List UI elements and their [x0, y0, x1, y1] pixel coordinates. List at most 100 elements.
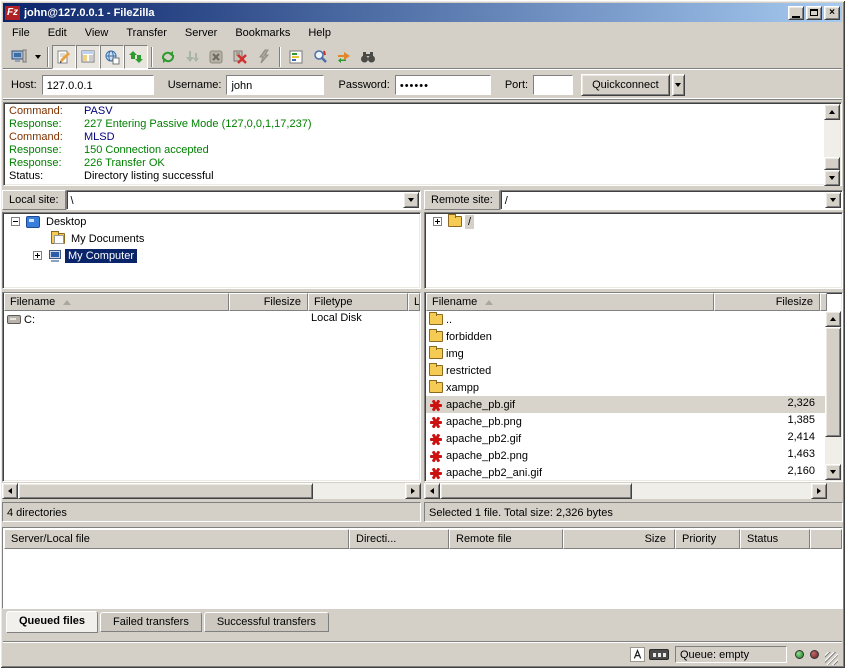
scroll-thumb[interactable]	[440, 483, 632, 499]
title-bar[interactable]: Fz john@127.0.0.1 - FileZilla ×	[3, 3, 842, 22]
transfer-type-badge-icon[interactable]	[649, 649, 669, 660]
queue-column-status[interactable]: Status	[740, 529, 810, 549]
scroll-up-button[interactable]	[824, 104, 840, 120]
menu-view[interactable]: View	[76, 24, 118, 42]
scroll-thumb[interactable]	[825, 327, 841, 437]
scroll-left-button[interactable]	[424, 483, 440, 499]
scroll-up-button[interactable]	[825, 311, 841, 327]
scroll-thumb[interactable]	[18, 483, 313, 499]
local-status-bar: 4 directories	[2, 502, 421, 522]
queue-column-priority[interactable]: Priority	[675, 529, 740, 549]
tree-item-my-documents[interactable]: My Documents	[3, 230, 420, 247]
tab-failed-transfers[interactable]: Failed transfers	[100, 612, 202, 632]
tree-item-my-computer[interactable]: My Computer	[3, 247, 420, 264]
port-input[interactable]	[534, 76, 572, 94]
toggle-message-log-button[interactable]	[52, 45, 76, 69]
reconnect-button[interactable]	[252, 45, 276, 69]
cancel-button[interactable]	[204, 45, 228, 69]
scroll-down-button[interactable]	[825, 464, 841, 480]
remote-site-dropdown[interactable]	[825, 192, 841, 208]
toggle-transfer-queue-button[interactable]	[124, 45, 148, 69]
directory-comparison-button[interactable]	[308, 45, 332, 69]
collapse-toggle[interactable]	[11, 217, 20, 226]
quickconnect-dropdown[interactable]	[672, 74, 685, 96]
local-site-dropdown[interactable]	[403, 192, 419, 208]
file-row[interactable]: apache_pb.png1,385	[426, 413, 827, 430]
file-row-c-drive[interactable]: C: Local Disk	[4, 311, 419, 328]
column-header-last-modified[interactable]: L	[408, 293, 420, 311]
queue-column-size[interactable]: Size	[563, 529, 675, 549]
folder-row[interactable]: forbidden	[426, 328, 827, 345]
file-row-selected[interactable]: apache_pb.gif2,326	[426, 396, 827, 413]
scroll-track[interactable]	[824, 120, 840, 157]
refresh-button[interactable]	[156, 45, 180, 69]
expand-toggle[interactable]	[433, 217, 442, 226]
expand-toggle[interactable]	[33, 251, 42, 260]
file-row[interactable]: apache_pb2.png1,463	[426, 447, 827, 464]
file-name: apache_pb2_ani.gif	[446, 467, 542, 479]
menu-transfer[interactable]: Transfer	[117, 24, 176, 42]
maximize-button[interactable]	[806, 6, 822, 20]
file-row[interactable]: apache_pb2.gif2,414	[426, 430, 827, 447]
scroll-thumb[interactable]	[824, 157, 840, 170]
host-input[interactable]	[43, 76, 153, 94]
site-manager-button[interactable]	[7, 45, 31, 69]
toggle-local-tree-button[interactable]	[76, 45, 100, 69]
queue-column-remote-file[interactable]: Remote file	[449, 529, 563, 549]
quickconnect-button[interactable]: Quickconnect	[581, 74, 670, 96]
queue-status-panel: Queue: empty	[675, 646, 787, 663]
local-hscrollbar[interactable]	[2, 483, 421, 499]
minimize-button[interactable]	[788, 6, 804, 20]
toggle-remote-tree-button[interactable]	[100, 45, 124, 69]
folder-icon	[429, 331, 443, 342]
site-manager-dropdown[interactable]	[31, 46, 44, 68]
column-header-filename[interactable]: Filename	[426, 293, 714, 311]
local-site-combo[interactable]: \	[66, 190, 421, 210]
chevron-down-icon	[408, 198, 414, 202]
menu-bookmarks[interactable]: Bookmarks	[226, 24, 299, 42]
folder-row[interactable]: xampp	[426, 379, 827, 396]
tab-successful-transfers[interactable]: Successful transfers	[204, 612, 329, 632]
folder-row[interactable]: restricted	[426, 362, 827, 379]
scroll-down-button[interactable]	[824, 170, 840, 186]
menu-server[interactable]: Server	[176, 24, 226, 42]
queue-column-direction[interactable]: Directi...	[349, 529, 449, 549]
menu-file[interactable]: File	[3, 24, 39, 42]
scroll-track[interactable]	[313, 483, 405, 499]
folder-row[interactable]: img	[426, 345, 827, 362]
chevron-down-icon	[35, 55, 41, 59]
resize-grip[interactable]	[825, 652, 838, 665]
scroll-right-button[interactable]	[405, 483, 421, 499]
close-button[interactable]: ×	[824, 6, 840, 20]
column-header-filesize[interactable]: Filesize	[229, 293, 308, 311]
remote-hscrollbar[interactable]	[424, 483, 827, 499]
column-header-filesize[interactable]: Filesize	[714, 293, 820, 311]
file-row[interactable]: apache_pb2_ani.gif2,160	[426, 464, 827, 480]
tree-item-root[interactable]: /	[425, 213, 842, 230]
menu-edit[interactable]: Edit	[39, 24, 76, 42]
username-input[interactable]	[227, 76, 323, 94]
column-header-filename[interactable]: Filename	[4, 293, 229, 311]
app-icon[interactable]: Fz	[5, 6, 20, 20]
synchronized-browsing-button[interactable]	[332, 45, 356, 69]
queue-body[interactable]	[4, 550, 841, 607]
password-input[interactable]	[396, 76, 490, 94]
queue-column-server-local-file[interactable]: Server/Local file	[4, 529, 349, 549]
scroll-track[interactable]	[632, 483, 811, 499]
find-files-button[interactable]	[356, 45, 380, 69]
column-header-filetype[interactable]: Filetype	[308, 293, 408, 311]
process-queue-button[interactable]	[180, 45, 204, 69]
scroll-track[interactable]	[825, 437, 841, 464]
folder-row[interactable]: ..	[426, 311, 827, 328]
remote-site-combo[interactable]: /	[500, 190, 843, 210]
tree-item-desktop[interactable]: Desktop	[3, 213, 420, 230]
scroll-left-button[interactable]	[2, 483, 18, 499]
remote-vscrollbar[interactable]	[825, 311, 841, 480]
scroll-right-button[interactable]	[811, 483, 827, 499]
menu-help[interactable]: Help	[299, 24, 340, 42]
disconnect-button[interactable]	[228, 45, 252, 69]
directory-filters-button[interactable]	[284, 45, 308, 69]
log-scrollbar[interactable]	[824, 104, 840, 186]
transfer-datatype-button[interactable]	[630, 647, 645, 662]
tab-queued-files[interactable]: Queued files	[6, 611, 98, 633]
